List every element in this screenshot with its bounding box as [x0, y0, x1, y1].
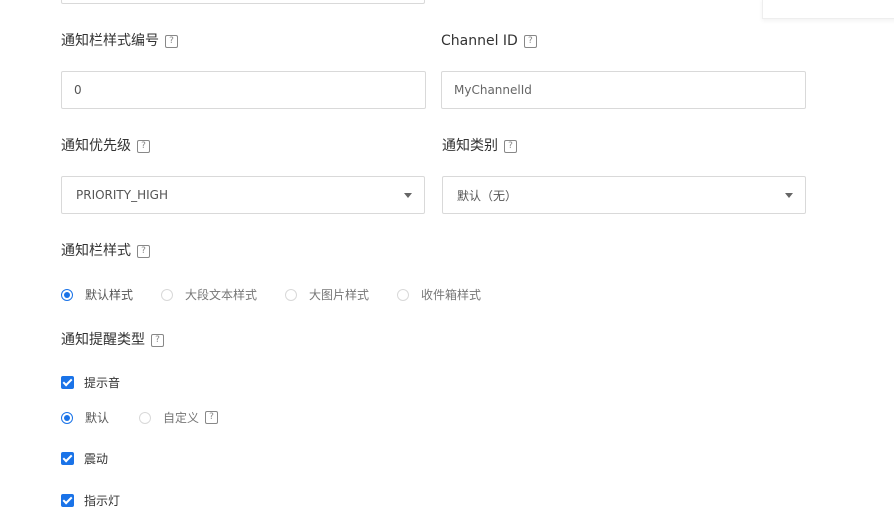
- sound-checkbox-row[interactable]: 提示音: [61, 374, 120, 391]
- previous-field-bottom: [61, 0, 425, 4]
- sound-label: 提示音: [84, 376, 121, 390]
- radio-label: 收件箱样式: [421, 288, 482, 302]
- priority-selected-value: PRIORITY_HIGH: [76, 188, 168, 202]
- bar-style-label-text: 通知栏样式: [61, 243, 131, 259]
- bar-style-option-big-text[interactable]: 大段文本样式: [161, 286, 257, 303]
- help-icon[interactable]: ?: [523, 34, 537, 48]
- radio-label: 默认: [85, 411, 110, 425]
- light-label: 指示灯: [84, 494, 121, 508]
- channel-id-placeholder: MyChannelId: [454, 83, 532, 97]
- light-checkbox[interactable]: [61, 494, 74, 507]
- channel-id-input[interactable]: MyChannelId: [441, 71, 806, 109]
- help-icon[interactable]: ?: [137, 139, 150, 153]
- radio-button[interactable]: [285, 288, 298, 301]
- radio-button[interactable]: [397, 288, 410, 301]
- radio-label: 大段文本样式: [185, 288, 258, 302]
- radio-label: 大图片样式: [309, 288, 370, 302]
- chevron-down-icon: [404, 192, 412, 198]
- bar-style-label: 通知栏样式 ?: [61, 241, 150, 261]
- bar-style-option-default[interactable]: 默认样式: [61, 286, 133, 303]
- style-number-input[interactable]: 0: [61, 71, 426, 109]
- reminder-type-label-text: 通知提醒类型: [61, 332, 145, 348]
- category-label: 通知类别 ?: [442, 136, 517, 156]
- channel-id-label-text: Channel ID: [441, 33, 518, 49]
- help-icon[interactable]: ?: [137, 244, 150, 258]
- sound-option-default[interactable]: 默认: [61, 409, 109, 426]
- radio-label: 默认样式: [85, 288, 134, 302]
- help-icon[interactable]: ?: [165, 34, 178, 48]
- category-selected-value: 默认（无）: [457, 188, 518, 203]
- category-label-text: 通知类别: [442, 138, 498, 154]
- sound-option-custom[interactable]: 自定义 ?: [139, 409, 219, 426]
- radio-button[interactable]: [61, 411, 73, 424]
- priority-select[interactable]: PRIORITY_HIGH: [61, 176, 425, 214]
- style-number-value: 0: [74, 83, 82, 97]
- radio-button[interactable]: [139, 411, 152, 424]
- priority-label: 通知优先级 ?: [61, 136, 150, 156]
- help-icon[interactable]: ?: [504, 139, 517, 153]
- sound-radio-group: 默认 自定义 ?: [61, 409, 246, 426]
- help-icon[interactable]: ?: [205, 411, 219, 424]
- radio-button[interactable]: [61, 288, 73, 301]
- bar-style-option-big-picture[interactable]: 大图片样式: [285, 286, 369, 303]
- radio-label: 自定义: [163, 411, 200, 425]
- vibrate-checkbox-row[interactable]: 震动: [61, 450, 108, 467]
- vibrate-label: 震动: [84, 452, 109, 466]
- chevron-down-icon: [785, 192, 793, 198]
- light-checkbox-row[interactable]: 指示灯: [61, 492, 120, 509]
- reminder-type-label: 通知提醒类型 ?: [61, 330, 164, 350]
- sound-checkbox[interactable]: [61, 376, 74, 389]
- radio-button[interactable]: [161, 288, 174, 301]
- priority-label-text: 通知优先级: [61, 138, 131, 154]
- vibrate-checkbox[interactable]: [61, 452, 74, 465]
- channel-id-label: Channel ID ?: [441, 31, 537, 51]
- style-number-label-text: 通知栏样式编号: [61, 33, 159, 49]
- category-select[interactable]: 默认（无）: [442, 176, 806, 214]
- floating-panel-edge: [762, 0, 894, 19]
- bar-style-radio-group: 默认样式 大段文本样式 大图片样式 收件箱样式: [61, 286, 509, 303]
- bar-style-option-inbox[interactable]: 收件箱样式: [397, 286, 481, 303]
- help-icon[interactable]: ?: [151, 333, 164, 347]
- style-number-label: 通知栏样式编号 ?: [61, 31, 178, 51]
